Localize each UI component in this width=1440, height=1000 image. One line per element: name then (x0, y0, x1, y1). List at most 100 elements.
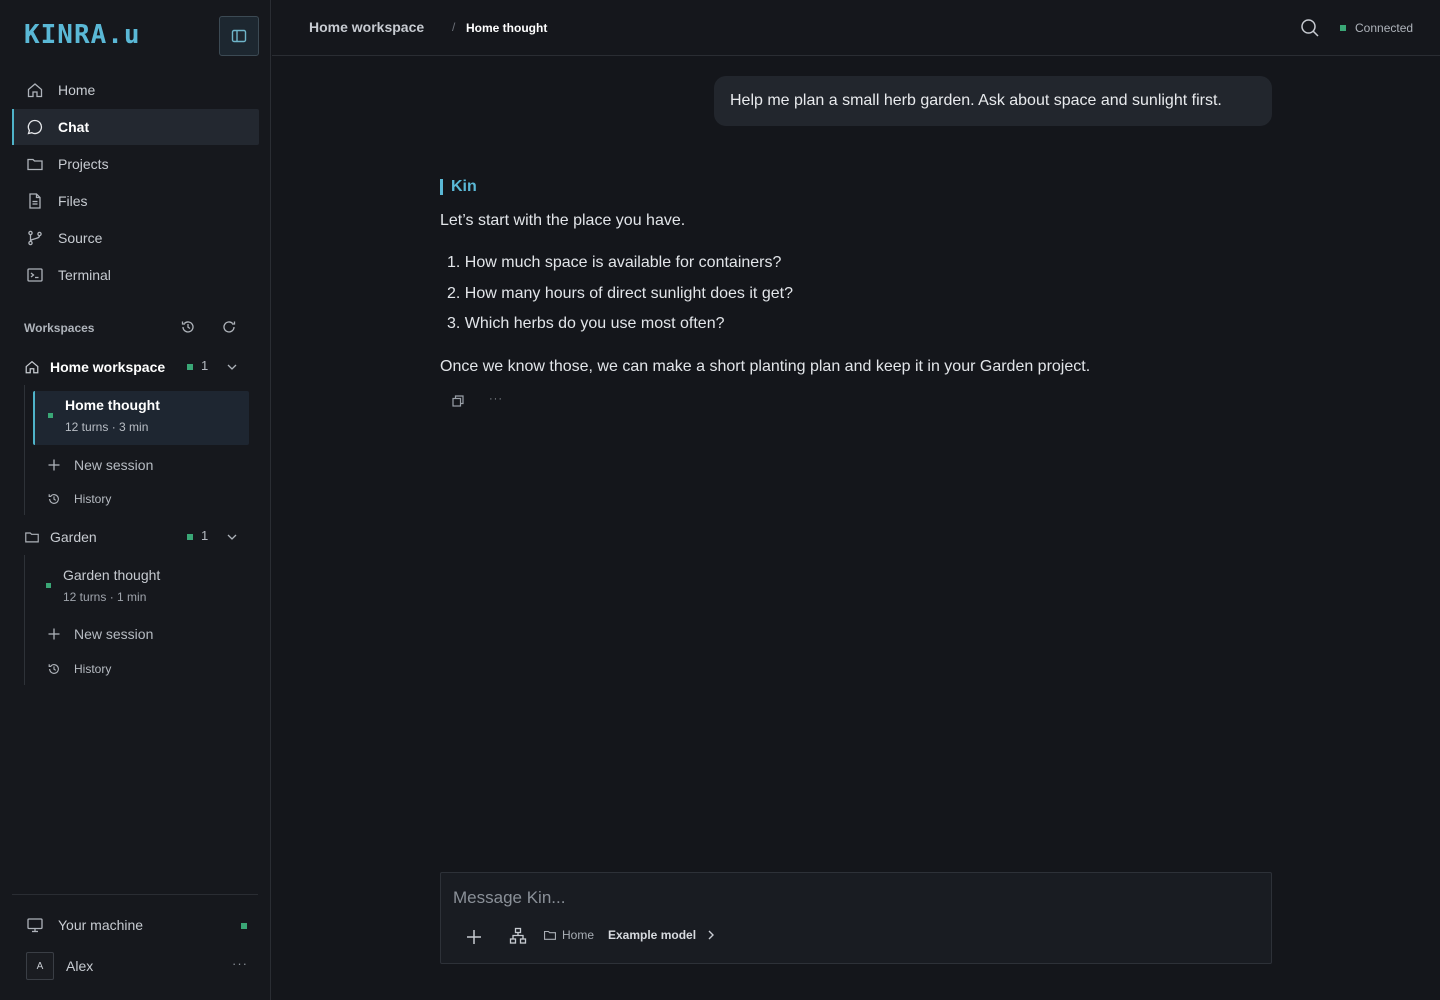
session-status-dot (46, 583, 51, 588)
plus-icon (48, 459, 60, 471)
nav-item-source[interactable]: Source (12, 220, 259, 256)
model-label: Example model (608, 928, 697, 942)
user-message-text: Help me plan a small herb garden. Ask ab… (730, 92, 1222, 109)
assistant-question: 3. Which herbs do you use most often? (447, 315, 725, 332)
nav-label: Terminal (58, 267, 111, 283)
breadcrumb-workspace[interactable]: Home workspace (309, 19, 424, 35)
session-meta: 12 turns · 3 min (65, 420, 149, 434)
workspaces-header: Workspaces (24, 318, 244, 338)
breadcrumb-current: Home thought (466, 21, 548, 35)
nav-label: Source (58, 230, 103, 246)
assistant-closing: Once we know those, we can make a short … (440, 358, 1091, 375)
sidebar-panel-icon (231, 29, 247, 43)
model-selector[interactable]: Example model (608, 928, 716, 942)
user-profile[interactable]: A Alex ··· (26, 952, 248, 980)
status-indicator (1340, 25, 1346, 31)
session-count: 1 (201, 528, 209, 543)
chevron-right-icon (708, 930, 715, 940)
session-status-dot (48, 413, 53, 418)
new-session-label: New session (74, 457, 154, 473)
folder-label: Home (562, 928, 595, 942)
history-link[interactable]: History (47, 488, 111, 510)
history-icon (48, 664, 59, 674)
kinra-logo: KINRA.u (24, 23, 141, 47)
new-session-label: New session (74, 626, 154, 642)
plus-icon[interactable] (465, 928, 483, 946)
home-icon (25, 360, 39, 374)
hierarchy-icon[interactable] (509, 927, 527, 945)
session-item-garden-thought[interactable]: Garden thought 12 turns · 1 min (33, 561, 249, 615)
new-session-button[interactable]: New session (47, 623, 153, 645)
history-link[interactable]: History (47, 658, 111, 680)
machine-status-dot (241, 923, 247, 929)
git-branch-icon (28, 230, 42, 246)
assistant-intro: Let’s start with the place you have. (440, 212, 686, 229)
tree-line (24, 385, 25, 515)
nav-item-terminal[interactable]: Terminal (12, 257, 259, 293)
search-icon[interactable] (1299, 17, 1321, 39)
history-label: History (74, 662, 112, 676)
history-label: History (74, 492, 112, 506)
nav-label: Chat (58, 119, 90, 135)
session-count: 1 (201, 358, 209, 373)
history-icon[interactable] (180, 319, 196, 335)
sidebar: KINRA.u Home Chat Projects Files Source (0, 0, 271, 1000)
folder-selector[interactable]: Home (543, 928, 594, 942)
copy-icon[interactable] (451, 394, 465, 408)
message-actions: ··· (451, 393, 503, 408)
workspaces-title: Workspaces (24, 321, 95, 335)
session-meta: 12 turns · 1 min (63, 590, 147, 604)
nav-item-files[interactable]: Files (12, 183, 259, 219)
chevron-down-icon[interactable] (226, 361, 238, 373)
terminal-icon (27, 268, 43, 282)
machine-label: Your machine (58, 917, 144, 933)
workspace-group-garden[interactable]: Garden 1 (24, 525, 246, 549)
message-composer: Home Example model (440, 872, 1272, 964)
user-name: Alex (66, 958, 94, 974)
svg-text:KINRA.u: KINRA.u (24, 23, 141, 47)
chat-icon (27, 119, 43, 135)
connection-status: Connected (1340, 21, 1413, 35)
workspace-name: Home workspace (50, 359, 166, 375)
chevron-down-icon[interactable] (226, 531, 238, 543)
nav-label: Projects (58, 156, 109, 172)
sidebar-divider (12, 894, 258, 895)
home-icon (27, 83, 43, 98)
workspace-group-home[interactable]: Home workspace 1 (24, 355, 246, 379)
history-icon (48, 494, 59, 504)
new-session-button[interactable]: New session (47, 454, 153, 476)
top-bar: Home workspace / Home thought Connected (272, 0, 1440, 56)
session-title: Garden thought (63, 567, 161, 583)
session-title: Home thought (65, 397, 160, 413)
machine-status[interactable]: Your machine (26, 914, 248, 936)
tree-line (24, 555, 25, 685)
refresh-icon[interactable] (221, 319, 237, 335)
user-message: Help me plan a small herb garden. Ask ab… (714, 76, 1272, 126)
monitor-icon (27, 918, 43, 933)
folder-icon (27, 158, 43, 171)
nav-item-home[interactable]: Home (12, 72, 259, 108)
assistant-question: 2. How many hours of direct sunlight doe… (447, 285, 793, 302)
nav-label: Home (58, 82, 96, 98)
breadcrumb-separator: / (452, 20, 456, 34)
main-nav: Home Chat Projects Files Source Terminal (12, 72, 259, 294)
assistant-name: Kin (440, 178, 477, 195)
plus-icon (48, 628, 60, 640)
file-icon (29, 193, 41, 209)
nav-item-projects[interactable]: Projects (12, 146, 259, 182)
status-dot (187, 364, 193, 370)
more-options-icon[interactable]: ··· (232, 956, 248, 971)
avatar: A (26, 952, 54, 980)
sidebar-toggle-button[interactable] (219, 16, 259, 56)
message-input[interactable] (453, 887, 1253, 909)
workspace-name: Garden (50, 529, 97, 545)
nav-item-chat[interactable]: Chat (12, 109, 259, 145)
status-label: Connected (1355, 21, 1414, 35)
folder-icon (544, 930, 556, 940)
folder-icon (25, 532, 39, 543)
nav-label: Files (58, 193, 88, 209)
assistant-question: 1. How much space is available for conta… (447, 254, 782, 271)
status-dot (187, 534, 193, 540)
session-item-home-thought[interactable]: Home thought 12 turns · 3 min (33, 391, 249, 445)
more-actions-icon[interactable]: ··· (489, 393, 503, 405)
